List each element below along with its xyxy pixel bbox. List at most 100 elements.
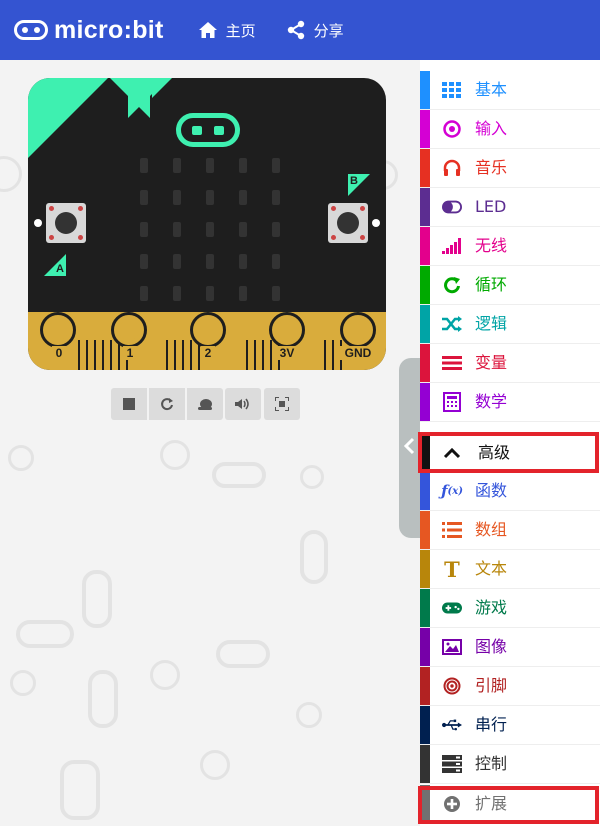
category-color-bar (420, 628, 430, 666)
category-arrays[interactable]: 数组 (420, 511, 600, 549)
pin-label: GND (339, 346, 377, 360)
category-serial[interactable]: 串行 (420, 706, 600, 744)
category-basic[interactable]: 基本 (420, 71, 600, 109)
button-a-knob[interactable] (55, 212, 77, 234)
category-label: 循环 (475, 275, 508, 294)
led[interactable] (272, 158, 280, 173)
pin-label: 3V (275, 346, 299, 360)
category-pins[interactable]: 引脚 (420, 667, 600, 705)
pin-2[interactable] (190, 312, 226, 370)
category-label: 图像 (475, 637, 508, 656)
category-color-bar (420, 227, 430, 265)
led[interactable] (272, 286, 280, 301)
highlight-box-extensions (418, 786, 599, 824)
pin-3v[interactable] (269, 312, 305, 370)
led[interactable] (206, 286, 214, 301)
category-music[interactable]: 音乐 (420, 149, 600, 187)
headphones-icon (442, 158, 462, 178)
server-icon (442, 754, 462, 774)
category-logic[interactable]: 逻辑 (420, 305, 600, 343)
category-color-bar (420, 550, 430, 588)
button-a-label: A (44, 254, 66, 276)
led[interactable] (206, 254, 214, 269)
signal-icon (442, 236, 462, 256)
led[interactable] (272, 254, 280, 269)
category-math[interactable]: 数学 (420, 383, 600, 421)
led[interactable] (239, 190, 247, 205)
led[interactable] (239, 254, 247, 269)
led[interactable] (140, 222, 148, 237)
led[interactable] (173, 254, 181, 269)
led[interactable] (206, 222, 214, 237)
button-a[interactable] (46, 203, 86, 243)
button-b-text: B (350, 175, 358, 187)
led[interactable] (173, 222, 181, 237)
pin-0[interactable] (40, 312, 76, 370)
led[interactable] (140, 158, 148, 173)
led[interactable] (272, 190, 280, 205)
category-color-bar (420, 667, 430, 705)
microbit-logo[interactable]: micro:bit (14, 16, 164, 45)
led[interactable] (140, 190, 148, 205)
background-decoration (16, 620, 74, 648)
logo-text: micro:bit (54, 15, 164, 44)
screw (78, 235, 83, 240)
category-label: 基本 (475, 80, 508, 99)
led[interactable] (140, 254, 148, 269)
category-loops[interactable]: 循环 (420, 266, 600, 304)
pin-icon (442, 676, 462, 696)
category-functions[interactable]: ƒ (x) 函数 (420, 472, 600, 510)
button-b[interactable] (328, 203, 368, 243)
fullscreen-button[interactable] (264, 388, 300, 420)
led[interactable] (206, 190, 214, 205)
stop-button[interactable] (111, 388, 147, 420)
led[interactable] (173, 286, 181, 301)
led[interactable] (173, 158, 181, 173)
led[interactable] (272, 222, 280, 237)
top-bar: micro:bit 主页 分享 (0, 0, 600, 60)
pin-gnd[interactable] (340, 312, 376, 370)
category-variables[interactable]: 变量 (420, 344, 600, 382)
toggle-icon (442, 197, 462, 217)
mute-control (225, 388, 261, 420)
led[interactable] (239, 158, 247, 173)
edge-connector: 0 1 2 3V GND (28, 312, 386, 370)
home-button[interactable]: 主页 (198, 20, 256, 41)
button-b-knob[interactable] (337, 212, 359, 234)
home-label: 主页 (225, 21, 256, 40)
led[interactable] (239, 286, 247, 301)
category-label: LED (475, 197, 507, 216)
background-decoration (8, 445, 34, 471)
led[interactable] (206, 158, 214, 173)
category-game[interactable]: 游戏 (420, 589, 600, 627)
screw (49, 206, 54, 211)
category-color-bar (420, 472, 430, 510)
led[interactable] (173, 190, 181, 205)
category-control[interactable]: 控制 (420, 745, 600, 783)
highlight-box-advanced (418, 432, 599, 473)
screw (360, 235, 365, 240)
restart-button[interactable] (149, 388, 185, 420)
corner-decoration (28, 78, 108, 158)
category-label: 文本 (475, 559, 508, 578)
screw (331, 235, 336, 240)
led[interactable] (239, 222, 247, 237)
background-decoration (10, 670, 36, 696)
category-led[interactable]: LED (420, 188, 600, 226)
category-color-bar (420, 305, 430, 343)
microbit-face-logo[interactable] (176, 113, 240, 147)
slow-mo-button[interactable] (187, 388, 223, 420)
refresh-icon (442, 275, 462, 295)
pin-1[interactable] (111, 312, 147, 370)
mute-button[interactable] (225, 388, 261, 420)
category-text[interactable]: T 文本 (420, 550, 600, 588)
led[interactable] (140, 286, 148, 301)
calculator-icon (442, 392, 462, 412)
category-images[interactable]: 图像 (420, 628, 600, 666)
share-button[interactable]: 分享 (286, 20, 344, 41)
function-icon: ƒ (x) (441, 482, 463, 500)
category-radio[interactable]: 无线 (420, 227, 600, 265)
screw (78, 206, 83, 211)
category-input[interactable]: 输入 (420, 110, 600, 148)
background-decoration (150, 660, 180, 690)
